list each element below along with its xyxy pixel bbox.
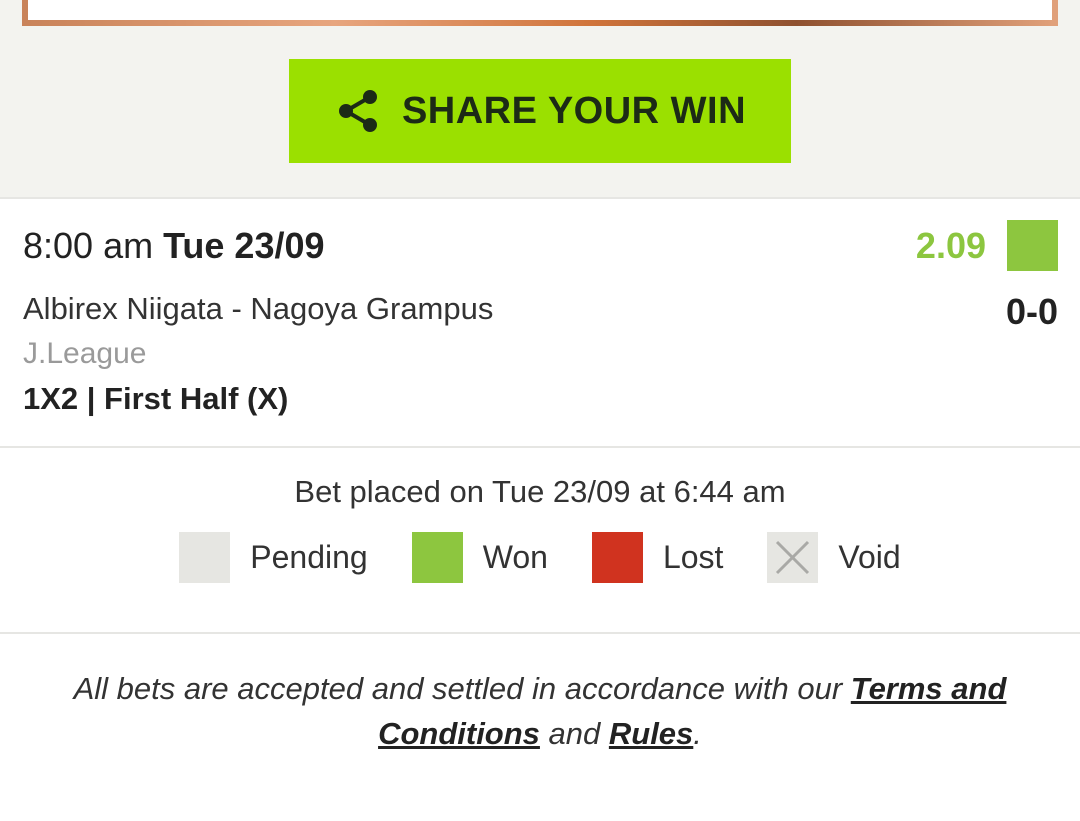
bet-market: 1X2 | First Half (X) xyxy=(23,381,289,416)
bet-details: 8:00 am Tue 23/09 2.09 Albirex Niigata -… xyxy=(0,199,1080,448)
league-name: J.League xyxy=(23,337,147,370)
bet-info: Bet placed on Tue 23/09 at 6:44 am Pendi… xyxy=(0,448,1080,634)
rules-link[interactable]: Rules xyxy=(609,716,693,751)
bet-placed-text: Bet placed on Tue 23/09 at 6:44 am xyxy=(294,474,786,509)
void-swatch xyxy=(767,532,819,583)
bet-odds: 2.09 xyxy=(915,225,986,266)
share-button-label: SHARE YOUR WIN xyxy=(401,89,747,132)
terms-text-middle: and xyxy=(539,716,609,751)
legend-label: Pending xyxy=(250,539,368,575)
top-area: SHARE YOUR WIN xyxy=(0,0,1080,199)
pending-swatch xyxy=(179,532,231,583)
event-date: Tue 23/09 xyxy=(163,225,325,266)
legend-item-void: Void xyxy=(767,532,901,583)
legend-label: Won xyxy=(482,539,548,575)
match-score: 0-0 xyxy=(1005,291,1058,332)
terms-text-after: . xyxy=(693,716,702,751)
match-name: Albirex Niigata - Nagoya Grampus xyxy=(23,291,494,326)
legend-item-pending: Pending xyxy=(179,532,368,583)
event-time: 8:00 am xyxy=(23,225,154,266)
share-icon xyxy=(338,90,377,132)
legend-label: Void xyxy=(838,539,901,575)
terms-notice: All bets are accepted and settled in acc… xyxy=(40,666,1040,756)
lost-swatch xyxy=(591,532,643,583)
won-swatch xyxy=(411,532,463,583)
bet-status-indicator xyxy=(1007,220,1058,271)
legend-item-lost: Lost xyxy=(591,532,724,583)
event-datetime: 8:00 am Tue 23/09 xyxy=(23,225,325,267)
x-icon xyxy=(776,540,810,575)
terms-text-before: All bets are accepted and settled in acc… xyxy=(73,671,851,706)
share-your-win-button[interactable]: SHARE YOUR WIN xyxy=(289,59,791,163)
legend-item-won: Won xyxy=(411,532,548,583)
legend-label: Lost xyxy=(662,539,724,575)
status-legend: Pending Won Lost Void xyxy=(0,532,1080,583)
ticket-frame xyxy=(22,0,1058,26)
